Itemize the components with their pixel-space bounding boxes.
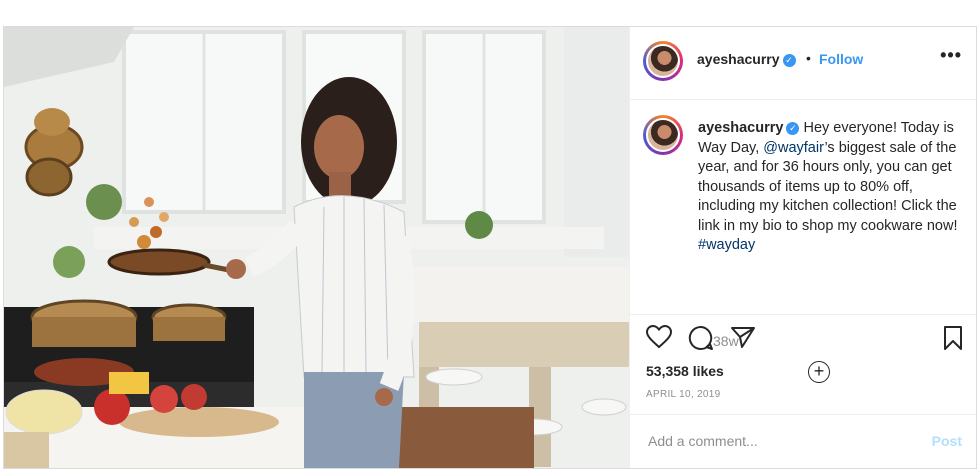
kitchen-photo-illustration [4,27,629,468]
avatar[interactable] [643,41,683,81]
post-header: ayeshacurry ✓ • Follow ••• [630,27,976,100]
heart-icon[interactable] [645,324,673,354]
post-photo[interactable] [4,27,629,468]
follow-button[interactable]: Follow [819,51,863,67]
comment-bar: Post [630,414,976,471]
caption-mention-link[interactable]: @wayfair [763,140,824,156]
caption-hashtag-link[interactable]: #wayday [698,237,755,253]
post-sidebar: ayeshacurry ✓ • Follow ••• ayeshacurry ✓ H… [629,27,976,468]
post-container: ayeshacurry ✓ • Follow ••• ayeshacurry ✓ H… [3,26,977,469]
verified-badge-icon: ✓ [782,53,796,67]
caption-text: ayeshacurry ✓ Hey everyone! Today is Way … [698,119,966,256]
caption-verified-badge-icon: ✓ [786,121,800,135]
caption-avatar-image [646,118,680,152]
post-comment-button[interactable]: Post [932,433,962,449]
avatar-image [646,44,680,78]
post-date: APRIL 10, 2019 [646,389,721,400]
bookmark-icon[interactable] [943,325,963,356]
caption-avatar[interactable] [643,115,683,155]
comment-icon[interactable] [688,325,714,356]
header-username[interactable]: ayeshacurry ✓ [697,51,796,67]
more-options-icon[interactable]: ••• [940,45,962,66]
caption-username[interactable]: ayeshacurry [698,120,783,136]
separator-dot: • [806,50,811,66]
header-username-text[interactable]: ayeshacurry [697,51,780,67]
post-actions: 53,358 likes APRIL 10, 2019 Post [630,314,976,470]
likes-count[interactable]: 53,358 likes [646,363,724,379]
comment-input[interactable] [646,432,910,450]
share-icon[interactable] [730,325,756,354]
